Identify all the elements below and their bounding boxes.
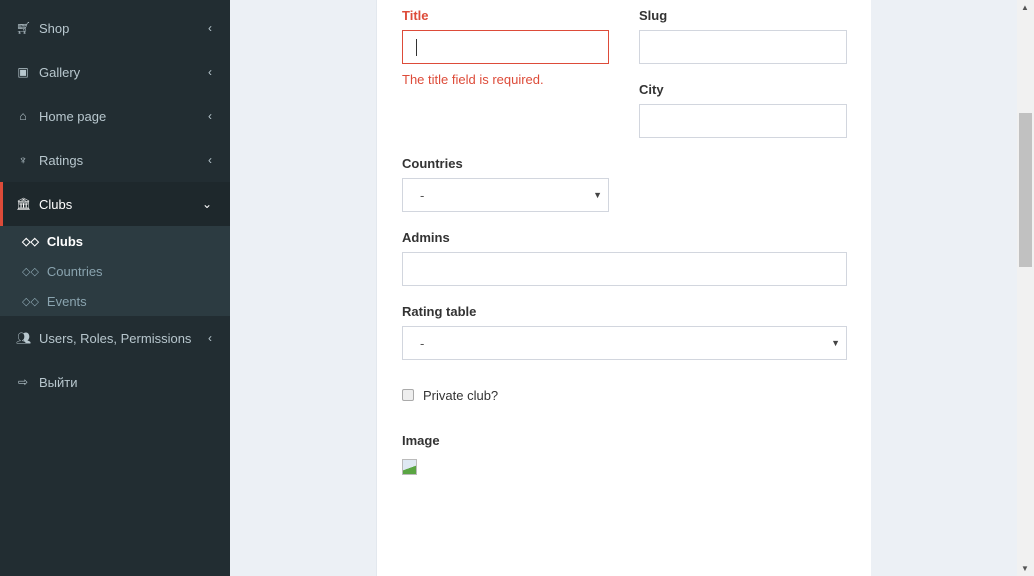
link-icon: ◇◇ xyxy=(22,295,39,308)
countries-select[interactable]: - ▼ xyxy=(402,178,609,212)
sidebar-item-clubs[interactable]: 🏛︎ Clubs ⌄ xyxy=(0,182,230,226)
countries-value: - xyxy=(420,187,425,203)
private-club-checkbox[interactable] xyxy=(402,389,414,401)
scroll-down-icon[interactable]: ▼ xyxy=(1021,564,1029,573)
label: Home page xyxy=(39,108,107,124)
private-club-label: Private club? xyxy=(423,388,499,403)
label: Ratings xyxy=(39,152,84,168)
chevron-left-icon: ‹ xyxy=(208,65,212,79)
label: Gallery xyxy=(39,64,81,80)
sidebar-item-ratings[interactable]: ♆ Ratings ‹ xyxy=(0,138,230,182)
rating-table-label: Rating table xyxy=(402,304,477,319)
sidebar-item-users[interactable]: 👥︎ Users, Roles, Permissions ‹ xyxy=(0,316,230,360)
submenu-item-clubs[interactable]: ◇◇ Clubs xyxy=(0,226,230,256)
image-label: Image xyxy=(402,433,440,448)
scrollbar-thumb[interactable] xyxy=(1019,113,1032,267)
trophy-icon: ♆ xyxy=(18,153,28,167)
form-panel: Title The title field is required. Slug … xyxy=(376,0,871,576)
cart-icon: 🛒︎ xyxy=(16,21,32,35)
countries-label: Countries xyxy=(402,156,463,171)
label: Countries xyxy=(46,263,103,279)
sidebar-item-shop[interactable]: 🛒︎ Shop ‹ xyxy=(0,6,230,50)
sidebar-item-gallery[interactable]: ▣ Gallery ‹ xyxy=(0,50,230,94)
chevron-left-icon: ‹ xyxy=(208,21,212,35)
sidebar-item-logout[interactable]: ⇨ Выйти xyxy=(0,360,230,404)
image-icon: ▣ xyxy=(17,65,29,79)
label: Clubs xyxy=(39,196,73,212)
admins-input[interactable] xyxy=(402,252,847,286)
label: Shop xyxy=(39,20,70,36)
label: Events xyxy=(46,293,87,309)
sign-out-icon: ⇨ xyxy=(17,375,29,389)
city-label: City xyxy=(639,82,664,97)
text-cursor xyxy=(416,39,417,56)
admins-label: Admins xyxy=(402,230,450,245)
title-label: Title xyxy=(402,8,429,23)
label: Выйти xyxy=(39,374,78,390)
slug-label: Slug xyxy=(639,8,668,23)
caret-down-icon: ▼ xyxy=(831,338,840,348)
rating-table-select[interactable]: - ▼ xyxy=(402,326,847,360)
institution-icon: 🏛︎ xyxy=(16,197,32,211)
sidebar: 🛒︎ Shop ‹ ▣ Gallery ‹ ⌂ Home page ‹ ♆ Ratings ‹ … xyxy=(0,0,230,576)
slug-input[interactable] xyxy=(639,30,847,64)
submenu-item-events[interactable]: ◇◇ Events xyxy=(0,286,230,316)
label: Users, Roles, Permissions xyxy=(39,330,192,346)
title-error: The title field is required. xyxy=(402,72,544,87)
city-input[interactable] xyxy=(639,104,847,138)
chevron-down-icon: ⌄ xyxy=(201,197,212,211)
label: Clubs xyxy=(46,233,84,249)
title-input[interactable] xyxy=(402,30,609,64)
sidebar-item-home-page[interactable]: ⌂ Home page ‹ xyxy=(0,94,230,138)
clubs-submenu: ◇◇ Clubs ◇◇ Countries ◇◇ Events xyxy=(0,226,230,316)
chevron-left-icon: ‹ xyxy=(208,109,212,123)
broken-image-icon xyxy=(402,459,417,475)
rating-value: - xyxy=(420,335,425,351)
users-icon: 👥︎ xyxy=(16,331,32,345)
submenu-item-countries[interactable]: ◇◇ Countries xyxy=(0,256,230,286)
scrollbar[interactable]: ▲ ▼ xyxy=(1017,0,1034,576)
link-icon: ◇◇ xyxy=(22,235,39,248)
caret-down-icon: ▼ xyxy=(593,190,602,200)
scroll-up-icon[interactable]: ▲ xyxy=(1021,3,1029,12)
link-icon: ◇◇ xyxy=(22,265,39,278)
home-icon: ⌂ xyxy=(19,109,27,123)
chevron-left-icon: ‹ xyxy=(208,331,212,345)
chevron-left-icon: ‹ xyxy=(208,153,212,167)
